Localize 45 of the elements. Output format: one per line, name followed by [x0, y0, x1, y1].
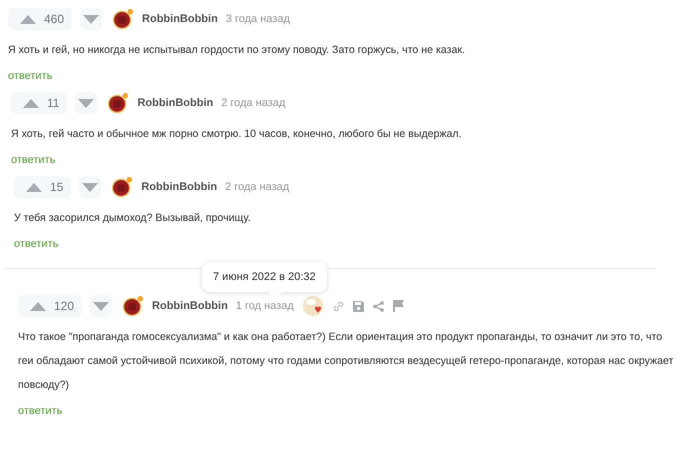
award-icon[interactable]	[302, 295, 324, 317]
upvote-button[interactable]: 15	[14, 176, 72, 198]
downvote-button[interactable]	[80, 8, 102, 30]
avatar-icon[interactable]	[111, 176, 134, 198]
upvote-button[interactable]: 460	[8, 8, 72, 30]
comment-time[interactable]: 2 года назад	[221, 97, 286, 109]
reply-link[interactable]: ответить	[14, 234, 58, 254]
reply-link[interactable]: ответить	[18, 401, 62, 421]
comment-time[interactable]: 3 года назад	[226, 13, 290, 25]
avatar-icon[interactable]	[122, 295, 144, 317]
comment-time[interactable]: 1 год назад	[236, 300, 294, 312]
comment-text: Что такое "пропаганда гомосексуализма" и как она работает?) Если ориентация это продукт пропаганды, то означит ли это то, что геи обладают самой устойчивой психикой, потому что годами сопротивляются вездесущей гетеро-пропаганде, которая нас окружает повсюду?)	[18, 330, 674, 393]
rating-count: 15	[50, 180, 64, 194]
down-arrow-icon	[82, 182, 98, 192]
author-name[interactable]: RobbinBobbin	[152, 300, 228, 312]
up-arrow-icon	[23, 98, 39, 108]
rating-count: 120	[54, 299, 74, 313]
reply-link[interactable]: ответить	[11, 150, 56, 170]
rating-count: 11	[47, 96, 60, 110]
author-name[interactable]: RobbinBobbin	[137, 97, 214, 109]
avatar-icon[interactable]	[107, 92, 130, 114]
down-arrow-icon	[78, 98, 94, 108]
author-name[interactable]: RobbinBobbin	[142, 13, 218, 25]
save-icon[interactable]	[352, 300, 364, 312]
author-name[interactable]: RobbinBobbin	[141, 181, 218, 193]
flag-icon[interactable]	[392, 300, 404, 312]
comment-text: Я хоть и гей, но никогда не испытывал гордости по этому поводу. Зато горжусь, что не казак.	[8, 43, 466, 58]
up-arrow-icon	[20, 14, 36, 24]
comment-time[interactable]: 2 года назад	[225, 181, 290, 193]
avatar-icon[interactable]	[112, 8, 134, 30]
downvote-button[interactable]	[75, 92, 98, 114]
rating-count: 460	[44, 12, 64, 26]
down-arrow-icon	[83, 14, 100, 24]
downvote-button[interactable]	[90, 295, 112, 317]
up-arrow-icon	[30, 302, 46, 310]
comment-text: У тебя засорился дымоход? Вызывай, прочищу.	[14, 211, 252, 226]
share-icon[interactable]	[372, 300, 384, 312]
reply-link[interactable]: ответить	[8, 66, 52, 86]
upvote-button[interactable]: 11	[11, 92, 68, 114]
downvote-button[interactable]	[79, 176, 102, 198]
upvote-button[interactable]: 120	[18, 295, 82, 317]
up-arrow-icon	[26, 182, 42, 192]
down-arrow-icon	[93, 302, 110, 310]
link-icon[interactable]	[332, 300, 344, 312]
comment-text: Я хоть, гей часто и обычное мж порно смотрю. 10 часов, конечно, любого бы не выдержал.	[11, 127, 463, 142]
